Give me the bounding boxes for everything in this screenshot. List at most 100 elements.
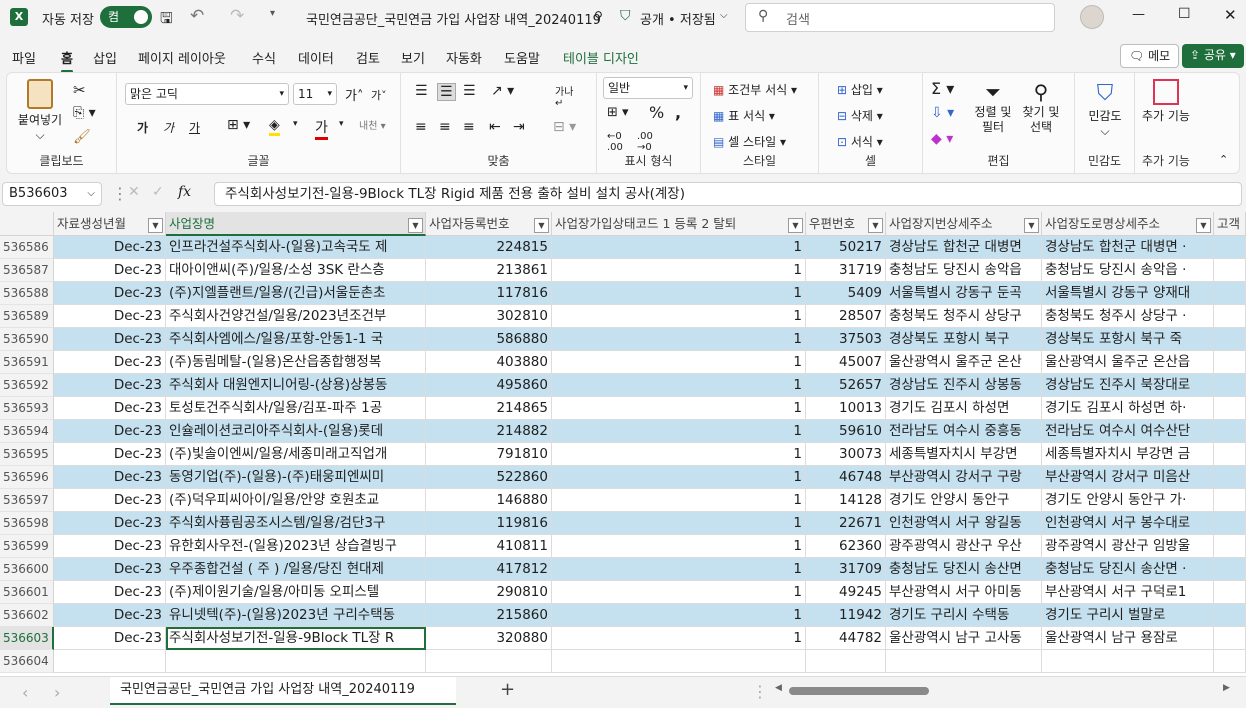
cell[interactable]: 30073 [806, 443, 886, 466]
autosave-toggle[interactable]: 켬 [100, 6, 152, 28]
filter-dropdown-icon[interactable]: ▼ [1024, 218, 1039, 233]
next-sheet-icon[interactable]: › [54, 683, 60, 702]
column-header-d[interactable]: 사업장가입상태코드 1 등록 2 탈퇴 ▼ [552, 212, 806, 236]
row-number[interactable]: 536601 [0, 581, 54, 604]
format-painter-icon[interactable]: 🖌 [73, 129, 91, 145]
cell[interactable]: (주)동림메탈-(일용)온산읍종합행정복 [166, 351, 426, 374]
column-header-e[interactable]: 우편번호 ▼ [806, 212, 886, 236]
delete-cells-button[interactable]: ⊟ 삭제 ▾ [837, 107, 883, 124]
cell[interactable]: 59610 [806, 420, 886, 443]
cell[interactable]: 부산광역시 서구 구덕로1 [1042, 581, 1214, 604]
cell[interactable]: 224815 [426, 236, 552, 259]
cell[interactable]: 유니넷텍(주)-(일용)2023년 구리수택동 [166, 604, 426, 627]
row-number[interactable]: 536588 [0, 282, 54, 305]
cell[interactable] [1214, 581, 1246, 604]
cell[interactable]: 광주광역시 광산구 임방울 [1042, 535, 1214, 558]
cell[interactable]: 46748 [806, 466, 886, 489]
fill-color-icon[interactable]: ◈ [269, 117, 280, 136]
horizontal-scrollbar[interactable]: ◀ ▶ [775, 683, 1235, 697]
cell[interactable] [1214, 351, 1246, 374]
cell[interactable]: 충청남도 당진시 송악읍 [886, 259, 1042, 282]
row-number[interactable]: 536591 [0, 351, 54, 374]
clear-icon[interactable]: ◆ ▾ [931, 131, 953, 147]
conditional-formatting-button[interactable]: ▦ 조건부 서식 ▾ [713, 81, 797, 98]
cell[interactable]: 50217 [806, 236, 886, 259]
row-number[interactable]: 536594 [0, 420, 54, 443]
cell[interactable]: 인천광역시 서구 봉수대로 [1042, 512, 1214, 535]
autosum-icon[interactable]: Σ ▾ [931, 79, 954, 98]
cell[interactable]: 경기도 안양시 동안구 가· [1042, 489, 1214, 512]
cell[interactable]: 1 [552, 259, 806, 282]
cell[interactable]: 1 [552, 397, 806, 420]
cell[interactable]: 주식회사건양건설/일용/2023년조건부 [166, 305, 426, 328]
scrollbar-thumb[interactable] [789, 687, 929, 695]
row-number[interactable]: 536599 [0, 535, 54, 558]
more-options-icon[interactable]: ⋮ [112, 184, 128, 203]
cell[interactable] [1214, 650, 1246, 673]
cell[interactable] [1214, 535, 1246, 558]
merge-center-icon[interactable]: ⊟ ▾ [553, 119, 576, 135]
cell[interactable]: 전라남도 여수시 중흥동 [886, 420, 1042, 443]
cell[interactable]: 경상남도 진주시 상봉동 [886, 374, 1042, 397]
row-number[interactable]: 536595 [0, 443, 54, 466]
cell[interactable]: 117816 [426, 282, 552, 305]
cell[interactable]: Dec-23 [54, 443, 166, 466]
row-number[interactable]: 536592 [0, 374, 54, 397]
collapse-ribbon-icon[interactable]: ⌃ [1219, 153, 1228, 166]
italic-button[interactable]: 가 [163, 119, 174, 136]
cell[interactable]: 서울특별시 강동구 둔곡 [886, 282, 1042, 305]
cell[interactable]: 부산광역시 강서구 구랑 [886, 466, 1042, 489]
cell[interactable]: 서울특별시 강동구 양재대 [1042, 282, 1214, 305]
cell[interactable] [1042, 650, 1214, 673]
cell[interactable]: 세종특별자치시 부강면 금 [1042, 443, 1214, 466]
row-number[interactable]: 536596 [0, 466, 54, 489]
cell[interactable]: 11942 [806, 604, 886, 627]
search-box[interactable]: ⚲ 검색 [745, 3, 1055, 32]
cell[interactable]: Dec-23 [54, 305, 166, 328]
cell[interactable]: Dec-23 [54, 328, 166, 351]
cell[interactable]: 1 [552, 443, 806, 466]
cell[interactable] [1214, 512, 1246, 535]
tab-help[interactable]: 도움말 [504, 48, 540, 67]
cell[interactable]: 1 [552, 420, 806, 443]
sheet-tab[interactable]: 국민연금공단_국민연금 가입 사업장 내역_20240119 [110, 677, 456, 705]
increase-indent-icon[interactable]: ⇥ [513, 119, 525, 135]
cell[interactable]: 10013 [806, 397, 886, 420]
align-right-icon[interactable]: ≡ [463, 119, 475, 135]
row-number[interactable]: 536587 [0, 259, 54, 282]
share-button[interactable]: ⇪ 공유 ▾ [1182, 44, 1244, 68]
cell[interactable]: Dec-23 [54, 282, 166, 305]
tab-automate[interactable]: 자동화 [446, 48, 482, 67]
cell[interactable]: 62360 [806, 535, 886, 558]
number-format-select[interactable]: 일반 ▾ [603, 77, 693, 99]
cell[interactable]: 우주종합건설 ( 주 ) /일용/당진 현대제 [166, 558, 426, 581]
cancel-icon[interactable]: ✕ [128, 184, 140, 200]
cell[interactable] [166, 650, 426, 673]
font-color-icon[interactable]: 가 [315, 117, 328, 140]
grow-font-icon[interactable]: 가˄ [345, 85, 363, 104]
cell[interactable]: 울산광역시 울주군 온산 [886, 351, 1042, 374]
decrease-indent-icon[interactable]: ⇤ [489, 119, 501, 135]
cell[interactable]: Dec-23 [54, 374, 166, 397]
insert-cells-button[interactable]: ⊞ 삽입 ▾ [837, 81, 883, 98]
fill-color-dropdown-icon[interactable]: ▾ [293, 119, 298, 129]
memo-button[interactable]: 🗨 메모 [1120, 44, 1180, 68]
cell[interactable] [1214, 466, 1246, 489]
cell[interactable]: 1 [552, 558, 806, 581]
cell[interactable]: 충청북도 청주시 상당구 [886, 305, 1042, 328]
cell[interactable]: 37503 [806, 328, 886, 351]
cell[interactable]: 광주광역시 광산구 우산 [886, 535, 1042, 558]
redo-icon[interactable]: ↷ [230, 6, 244, 26]
font-color-dropdown-icon[interactable]: ▾ [339, 119, 344, 129]
cell[interactable]: 경상남도 합천군 대병면 [886, 236, 1042, 259]
cell[interactable]: 1 [552, 305, 806, 328]
formula-input[interactable]: 주식회사성보기전-일용-9Block TL장 Rigid 제품 전용 출하 설비… [214, 182, 1242, 206]
cell[interactable]: 경상북도 포항시 북구 죽 [1042, 328, 1214, 351]
cell[interactable]: 290810 [426, 581, 552, 604]
borders-icon[interactable]: ⊞ ▾ [227, 117, 250, 133]
tab-review[interactable]: 검토 [356, 48, 380, 67]
cell[interactable]: 울산광역시 남구 고사동 [886, 627, 1042, 650]
cell[interactable]: 417812 [426, 558, 552, 581]
cell[interactable]: 791810 [426, 443, 552, 466]
cell[interactable]: 동영기업(주)-(일용)-(주)태웅피엔씨미 [166, 466, 426, 489]
